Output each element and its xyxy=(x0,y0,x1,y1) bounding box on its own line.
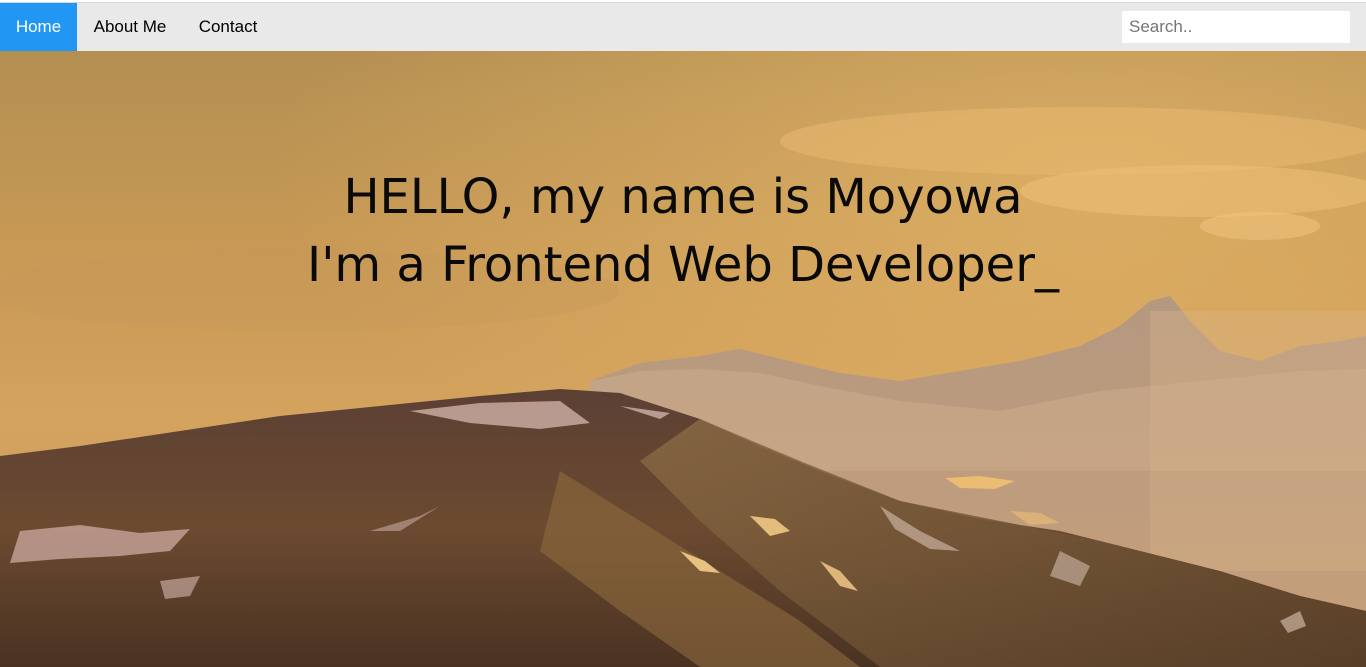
hero-heading: HELLO, my name is Moyowa I'm a Frontend … xyxy=(0,163,1366,299)
nav-about-me-link[interactable]: About Me xyxy=(77,3,183,51)
hero-role: I'm a Frontend Web Developer_ xyxy=(307,237,1059,293)
nav-home-link[interactable]: Home xyxy=(0,3,77,51)
hero-section: HELLO, my name is Moyowa I'm a Frontend … xyxy=(0,51,1366,667)
hero-greeting: HELLO, my name is Moyowa xyxy=(343,169,1023,225)
nav-contact-link[interactable]: Contact xyxy=(183,3,273,51)
top-navigation-bar: Home About Me Contact xyxy=(0,2,1366,51)
mountain-background-image xyxy=(0,51,1366,667)
search-input[interactable] xyxy=(1122,11,1350,43)
